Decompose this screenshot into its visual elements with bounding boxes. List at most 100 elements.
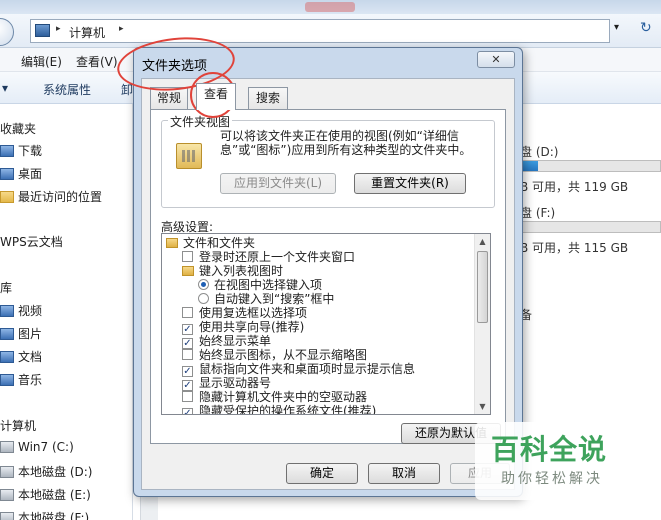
checkbox-unchecked[interactable] bbox=[182, 349, 193, 360]
address-box[interactable]: ▸ 计算机 ▸ bbox=[30, 19, 610, 43]
blurred-region bbox=[305, 2, 355, 12]
tab-view[interactable]: 查看 bbox=[196, 83, 236, 110]
breadcrumb-arrow-icon[interactable]: ▸ bbox=[119, 24, 124, 34]
nav-libraries[interactable]: 库 bbox=[0, 279, 12, 297]
chevron-down-icon[interactable]: ▾ bbox=[614, 22, 619, 33]
checkbox-checked[interactable]: ✓ bbox=[182, 338, 193, 349]
dialog-body: 常规 查看 搜索 文件夹视图 可以将该文件夹正在使用的视图(例如“详细信息”或“… bbox=[141, 78, 515, 490]
tree-item[interactable]: 在视图中选择键入项 bbox=[198, 278, 322, 292]
folder-views-description: 可以将该文件夹正在使用的视图(例如“详细信息”或“图标”)应用到所有这种类型的文… bbox=[220, 129, 472, 157]
checkbox-checked[interactable]: ✓ bbox=[182, 380, 193, 391]
watermark-logo-text: 百科全说 bbox=[491, 433, 608, 466]
drive-d-title[interactable]: 盘 (D:) bbox=[520, 143, 558, 160]
scroll-thumb[interactable] bbox=[477, 251, 488, 323]
nav-recent[interactable]: 最近访问的位置 bbox=[0, 188, 102, 206]
nav-music[interactable]: 音乐 bbox=[0, 371, 42, 389]
checkbox-checked[interactable]: ✓ bbox=[182, 324, 193, 335]
drive-icon bbox=[0, 512, 14, 520]
tree-item[interactable]: 文件和文件夹 bbox=[166, 236, 255, 250]
drive-icon bbox=[0, 441, 14, 453]
nav-drive-f[interactable]: 本地磁盘 (F:) bbox=[0, 509, 89, 520]
nav-drive-d[interactable]: 本地磁盘 (D:) bbox=[0, 463, 92, 481]
apply-to-folders-button[interactable]: 应用到文件夹(L) bbox=[220, 173, 336, 194]
nav-wps-label: WPS云文档 bbox=[0, 235, 63, 249]
tree-item[interactable]: 键入列表视图时 bbox=[182, 264, 283, 278]
ok-button[interactable]: 确定 bbox=[286, 463, 358, 484]
close-button[interactable]: ✕ bbox=[477, 51, 515, 68]
checkbox-unchecked[interactable] bbox=[182, 391, 193, 402]
breadcrumb-computer[interactable]: 计算机 bbox=[69, 24, 105, 41]
tree-item-label: 隐藏计算机文件夹中的空驱动器 bbox=[199, 390, 368, 404]
tree-item[interactable]: 登录时还原上一个文件夹窗口 bbox=[182, 250, 355, 264]
download-icon bbox=[0, 145, 14, 157]
checkbox-checked[interactable]: ✓ bbox=[182, 408, 193, 414]
nav-downloads-label: 下载 bbox=[18, 144, 43, 158]
nav-documents-label: 文档 bbox=[18, 350, 43, 364]
recent-places-icon bbox=[0, 191, 14, 203]
nav-drive-c-label: Win7 (C:) bbox=[18, 440, 74, 454]
computer-icon bbox=[35, 24, 50, 37]
tree-item[interactable]: ✓ 隐藏受保护的操作系统文件(推荐) bbox=[182, 404, 377, 415]
menu-edit[interactable]: 编辑(E) bbox=[21, 53, 62, 70]
nav-drive-d-label: 本地磁盘 (D:) bbox=[18, 465, 93, 479]
checkbox-unchecked[interactable] bbox=[182, 307, 193, 318]
system-properties-button[interactable]: 系统属性 bbox=[43, 81, 91, 98]
tree-item[interactable]: 使用复选框以选择项 bbox=[182, 306, 307, 320]
tree-item-label: 始终显示图标，从不显示缩略图 bbox=[199, 348, 368, 362]
radio-unselected[interactable] bbox=[198, 293, 209, 304]
nav-wps[interactable]: WPS云文档 bbox=[0, 233, 63, 251]
folder-view-icon bbox=[176, 143, 202, 169]
nav-drive-c[interactable]: Win7 (C:) bbox=[0, 440, 74, 458]
nav-drive-e[interactable]: 本地磁盘 (E:) bbox=[0, 486, 91, 504]
tree-item-label: 文件和文件夹 bbox=[183, 236, 256, 250]
nav-computer[interactable]: 计算机 bbox=[0, 417, 36, 435]
tree-scrollbar[interactable]: ▲ ▼ bbox=[474, 234, 490, 414]
nav-downloads[interactable]: 下载 bbox=[0, 142, 42, 160]
radio-selected[interactable] bbox=[198, 279, 209, 290]
watermark: 百科全说 助你轻松解决 bbox=[475, 422, 635, 500]
scroll-down-icon[interactable]: ▼ bbox=[475, 399, 490, 414]
tree-item-label: 隐藏受保护的操作系统文件(推荐) bbox=[199, 404, 377, 415]
tree-item[interactable]: ✓ 鼠标指向文件夹和桌面项时显示提示信息 bbox=[182, 362, 415, 377]
picture-icon bbox=[0, 328, 14, 340]
advanced-settings-tree[interactable]: ✓ 隐藏受保护的操作系统文件(推荐) 隐藏计算机文件夹中的空驱动器 ✓ 显示驱动器号 ✓ 鼠… bbox=[161, 233, 491, 415]
toolbar-arrow-icon[interactable]: ▾ bbox=[2, 81, 8, 95]
desktop-icon bbox=[0, 168, 14, 180]
nav-pictures[interactable]: 图片 bbox=[0, 325, 42, 343]
tab-search[interactable]: 搜索 bbox=[248, 87, 288, 109]
drive-f-free-space: B 可用，共 115 GB bbox=[520, 241, 629, 255]
tree-item-label: 在视图中选择键入项 bbox=[214, 278, 323, 292]
watermark-slogan: 助你轻松解决 bbox=[501, 471, 603, 487]
tree-item[interactable]: 隐藏计算机文件夹中的空驱动器 bbox=[182, 390, 367, 404]
tree-item[interactable]: ✓ 显示驱动器号 bbox=[182, 376, 272, 391]
tree-item[interactable]: ✓ 使用共享向导(推荐) bbox=[182, 320, 305, 335]
nav-favorites[interactable]: 收藏夹 bbox=[0, 120, 36, 138]
music-icon bbox=[0, 374, 14, 386]
breadcrumb-arrow-icon[interactable]: ▸ bbox=[56, 24, 61, 34]
tree-item-label: 使用共享向导(推荐) bbox=[199, 320, 305, 334]
nav-documents[interactable]: 文档 bbox=[0, 348, 42, 366]
checkbox-unchecked[interactable] bbox=[182, 251, 193, 262]
scroll-up-icon[interactable]: ▲ bbox=[475, 234, 490, 249]
reset-folders-button[interactable]: 重置文件夹(R) bbox=[354, 173, 466, 194]
tree-item[interactable]: 始终显示图标，从不显示缩略图 bbox=[182, 348, 367, 362]
nav-computer-label: 计算机 bbox=[0, 419, 37, 433]
checkbox-checked[interactable]: ✓ bbox=[182, 366, 193, 377]
back-button[interactable] bbox=[0, 18, 14, 46]
tree-item-label: 自动键入到“搜索”框中 bbox=[214, 292, 335, 306]
tree-item[interactable]: 自动键入到“搜索”框中 bbox=[198, 292, 334, 306]
menu-view[interactable]: 查看(V) bbox=[76, 53, 118, 70]
tree-item[interactable]: ✓ 始终显示菜单 bbox=[182, 334, 271, 349]
cancel-button[interactable]: 取消 bbox=[368, 463, 440, 484]
drive-f-title[interactable]: 盘 (F:) bbox=[520, 204, 555, 221]
nav-drive-f-label: 本地磁盘 (F:) bbox=[18, 511, 90, 520]
nav-libraries-label: 库 bbox=[0, 281, 13, 295]
video-icon bbox=[0, 305, 14, 317]
nav-music-label: 音乐 bbox=[18, 373, 43, 387]
nav-desktop[interactable]: 桌面 bbox=[0, 165, 42, 183]
nav-videos[interactable]: 视频 bbox=[0, 302, 42, 320]
tree-item-label: 显示驱动器号 bbox=[199, 376, 272, 390]
refresh-icon[interactable]: ↻ bbox=[640, 20, 652, 36]
view-tab-panel: 文件夹视图 可以将该文件夹正在使用的视图(例如“详细信息”或“图标”)应用到所有… bbox=[150, 109, 506, 444]
drive-d-usage-fill bbox=[521, 161, 538, 171]
